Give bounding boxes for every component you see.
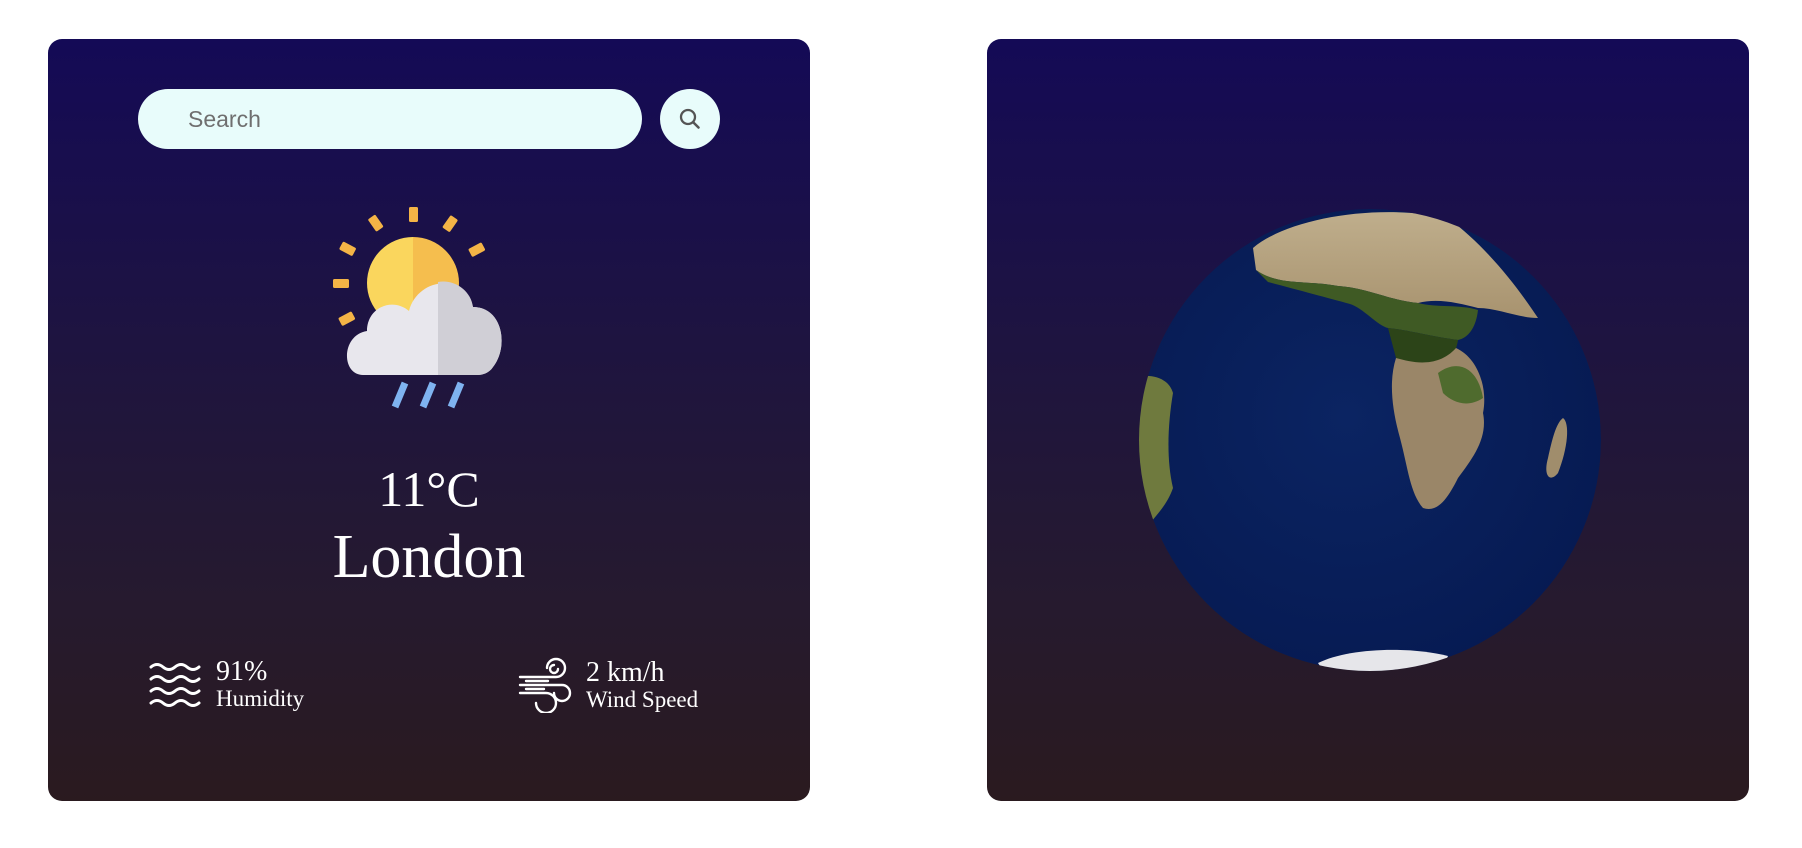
search-icon	[679, 108, 700, 129]
sun-cloud-rain-icon	[333, 207, 502, 409]
city-name: London	[332, 523, 526, 591]
humidity-waves-icon	[149, 663, 201, 708]
humidity-label: Humidity	[216, 686, 305, 712]
wind-value: 2 km/h	[586, 656, 665, 688]
search-input[interactable]	[138, 89, 642, 149]
globe-card	[987, 39, 1749, 801]
wind-icon	[518, 657, 572, 713]
search-bar	[138, 89, 720, 149]
wind-stat: 2 km/h Wind Speed	[518, 657, 698, 713]
earth-globe-icon[interactable]	[1138, 208, 1602, 672]
search-button[interactable]	[660, 89, 720, 149]
humidity-stat: 91% Humidity	[148, 657, 304, 712]
temperature: 11°C	[378, 461, 480, 517]
wind-label: Wind Speed	[586, 687, 699, 713]
weather-card: 11°C London 91% Humidity	[48, 39, 810, 801]
humidity-value: 91%	[216, 656, 268, 687]
